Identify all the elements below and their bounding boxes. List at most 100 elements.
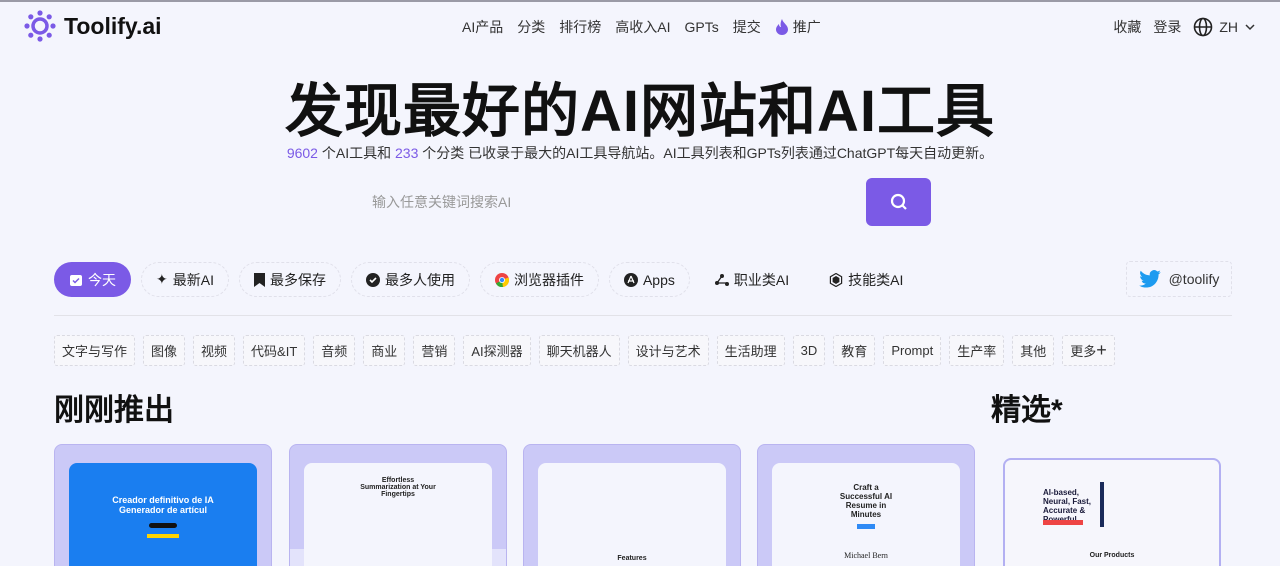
filter-career-ai[interactable]: 职业类AI [700,262,804,297]
tool-card[interactable]: Effortless Summarization at Your Fingert… [289,444,507,566]
logo-text: Toolify.ai [64,12,162,39]
category-tag[interactable]: 文字与写作 [54,335,136,366]
tag-label: 视频 [201,344,228,359]
tool-count: 9602 [286,145,318,161]
filter-today[interactable]: 今天 [54,262,131,297]
filter-label: 最新AI [172,271,214,288]
category-tag[interactable]: 图像 [143,335,186,366]
section-title-new: 刚刚推出 [54,394,174,427]
card-screenshot: Creador definitivo de IA Generador de ar… [69,463,257,566]
featured-screenshot-text: AI-based, Neural, Fast, Accurate & Power… [1043,488,1092,524]
chrome-icon [494,272,509,287]
card-screenshot: Features [538,463,726,566]
page-title: 发现最好的AI网站和AI工具 [284,79,995,144]
login-link[interactable]: 登录 [1153,17,1181,37]
nav-promote[interactable]: 推广 [775,17,821,37]
category-tag[interactable]: 代码&IT [243,335,306,366]
logo-icon [24,10,56,42]
category-count: 233 [395,145,419,161]
category-tag[interactable]: AI探测器 [463,335,531,366]
filter-skill-ai[interactable]: 技能类AI [814,262,918,297]
chevron-down-icon [1245,24,1255,31]
category-tag[interactable]: 设计与艺术 [627,335,709,366]
main-nav: AI产品 分类 排行榜 高收入AI GPTs 提交 推广 [462,17,821,37]
filter-label: 浏览器插件 [513,271,584,288]
tool-card[interactable]: Craft a Successful AI Resume in Minutes M… [757,444,975,566]
calendar-icon [70,274,82,286]
tag-label: 聊天机器人 [546,344,612,359]
search-button[interactable] [866,178,931,226]
sparkle-icon: ✦ [156,271,168,287]
filter-newest-ai[interactable]: ✦ 最新AI [141,262,229,297]
bookmark-icon [253,272,265,287]
filter-browser-extensions[interactable]: 浏览器插件 [479,262,599,297]
twitter-link[interactable]: @toolify [1126,261,1232,297]
tag-label: 3D [800,343,818,358]
category-tag[interactable]: 商业 [363,335,406,366]
tag-label: 生活助理 [724,344,777,359]
nav-categories[interactable]: 分类 [517,17,545,37]
more-categories-button[interactable]: 更多 + [1062,335,1115,366]
card-screenshot-text: Features [617,555,647,562]
tag-label: 生产率 [957,344,997,359]
category-tag[interactable]: 音频 [313,335,356,366]
category-tag[interactable]: Prompt [883,335,942,366]
globe-icon [1194,17,1213,37]
category-tag[interactable]: 聊天机器人 [538,335,620,366]
nav-submit[interactable]: 提交 [733,17,761,37]
featured-card[interactable]: AI-based, Neural, Fast, Accurate & Power… [1003,458,1221,566]
favorites-link[interactable]: 收藏 [1113,17,1141,37]
tag-label: 教育 [841,344,868,359]
divider [54,315,1232,316]
filter-label: 技能类AI [848,271,904,288]
search-input[interactable] [350,178,866,226]
tool-card[interactable]: Creador definitivo de IA Generador de ar… [54,444,272,566]
nav-ranking[interactable]: 排行榜 [559,17,601,37]
logo[interactable]: Toolify.ai [24,10,162,42]
nav-high-income-ai[interactable]: 高收入AI [615,17,670,37]
header-right: 收藏 登录 ZH [1113,17,1256,37]
nav-ai-products[interactable]: AI产品 [462,17,503,37]
category-tag[interactable]: 其他 [1012,335,1055,366]
filter-most-saved[interactable]: 最多保存 [238,262,341,297]
tag-label: AI探测器 [471,344,523,359]
tag-label: 其他 [1020,344,1047,359]
filter-most-used[interactable]: 最多人使用 [350,262,470,297]
filter-pills: 今天 ✦ 最新AI 最多保存 最多人使用 浏览器插件 Apps 职业类AI 技能类… [54,262,918,297]
card-screenshot: Craft a Successful AI Resume in Minutes M… [772,463,960,566]
category-tag[interactable]: 生活助理 [716,335,785,366]
tag-label: 设计与艺术 [635,344,701,359]
app-store-icon [623,272,638,287]
tag-label: 商业 [371,344,398,359]
tag-label: 代码&IT [251,344,298,359]
tag-label: 营销 [421,344,448,359]
hexagon-icon [829,272,843,287]
twitter-icon [1138,270,1161,288]
header: Toolify.ai AI产品 分类 排行榜 高收入AI GPTs 提交 推广 … [0,2,1280,48]
nav-gpts[interactable]: GPTs [684,17,718,37]
section-title-featured: 精选* [991,394,1063,427]
filter-label: 最多保存 [269,271,326,288]
category-tag[interactable]: 3D [792,335,826,366]
card-screenshot-text: Effortless Summarization at Your Fingert… [360,477,436,498]
card-screenshot-text: Creador definitivo de IA Generador de ar… [112,495,214,515]
category-tag[interactable]: 教育 [833,335,876,366]
category-tag[interactable]: 营销 [413,335,456,366]
category-tag[interactable]: 生产率 [949,335,1005,366]
fire-icon [775,19,788,35]
filter-apps[interactable]: Apps [608,262,690,297]
category-tag[interactable]: 视频 [193,335,236,366]
nav-promote-label: 推广 [792,19,821,35]
tag-label: 图像 [151,344,178,359]
language-selector[interactable]: ZH [1193,17,1256,37]
featured-screenshot-text: Our Products [1089,552,1135,559]
tag-label: 更多 [1070,344,1097,359]
check-circle-icon [365,272,380,287]
twitter-handle: @toolify [1168,271,1220,287]
nodes-icon [714,273,729,286]
hero-subtitle: 9602 个AI工具和 233 个分类 已收录于最大的AI工具导航站。AI工具列… [0,143,1280,163]
tag-label: 音频 [321,344,348,359]
card-screenshot-text: Michael Bern [844,551,888,560]
tool-card[interactable]: Features [523,444,741,566]
subtitle-text: 个分类 已收录于最大的AI工具导航站。AI工具列表和GPTs列表通过ChatGP… [418,145,994,161]
